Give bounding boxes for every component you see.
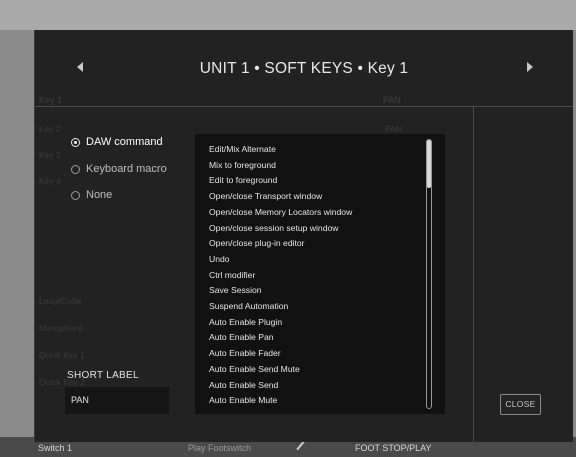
list-item[interactable]: Mix to foreground [209,160,276,170]
list-item[interactable]: Suspend Automation [209,301,288,311]
radio-daw-command[interactable]: DAW command [71,134,163,150]
list-item[interactable]: Open/close Memory Locators window [209,207,352,217]
ghost-key1-label: Key 1 [39,95,63,105]
list-item[interactable]: Auto Enable Mute [209,395,277,405]
list-item[interactable]: Save Session [209,285,262,295]
close-button[interactable]: CLOSE [500,394,541,415]
ghost-pan-label: PAN [383,95,401,105]
chevron-right-icon[interactable] [527,62,533,72]
radio-label: Keyboard macro [86,163,167,175]
ghost-row-key3: Key 3 [39,150,61,160]
radio-unselected-icon [71,190,80,200]
switch-label: Switch 1 [38,443,73,453]
background-topbar [0,0,576,30]
ghost-row-pan: PAN [385,124,402,134]
modal-title: UNIT 1 • SOFT KEYS • Key 1 [199,60,409,77]
right-panel-divider [473,107,474,442]
ghost-row-key2: Key 2 [39,124,61,134]
list-item[interactable]: Auto Enable Send Mute [209,364,300,374]
list-item[interactable]: Auto Enable Fader [209,348,281,358]
list-item[interactable]: Undo [209,254,230,264]
radio-unselected-icon [71,164,80,174]
ghost-quick-key-label: Quick Key 1 [39,350,85,360]
list-item[interactable]: Edit/Mix Alternate [209,144,276,154]
list-item[interactable]: Edit to foreground [209,175,277,185]
modal-header: UNIT 1 • SOFT KEYS • Key 1 Key 1 PAN [35,30,573,107]
ghost-row-key4: Key 4 [39,176,61,186]
list-item[interactable]: Auto Enable Send [209,380,278,390]
soft-key-modal: UNIT 1 • SOFT KEYS • Key 1 Key 1 PAN Key… [34,30,573,442]
ghost-microphone-label: Microphone [39,323,84,333]
list-item[interactable]: Open/close session setup window [209,223,338,233]
list-item[interactable]: Ctrl modifier [209,270,255,280]
list-item[interactable]: Auto Enable Plugin [209,317,282,327]
radio-keyboard-macro[interactable]: Keyboard macro [71,161,167,177]
daw-command-list[interactable]: Edit/Mix Alternate Mix to foreground Edi… [195,134,445,414]
list-scrollbar-thumb[interactable] [427,140,431,188]
ghost-loop-label: Loop/Cycle [39,296,82,306]
list-item[interactable]: Open/close plug-in editor [209,238,305,248]
list-item[interactable]: Auto Enable Pan [209,332,274,342]
short-label-title: SHORT LABEL [67,370,139,381]
footswitch-label: Play Footswitch [188,443,252,453]
radio-none[interactable]: None [71,187,112,203]
radio-selected-icon [71,137,80,147]
radio-label: None [86,189,113,201]
foot-action-label: FOOT STOP/PLAY [355,443,432,453]
short-label-input[interactable]: PAN [65,387,169,414]
radio-label: DAW command [86,136,163,148]
list-item[interactable]: Open/close Transport window [209,191,322,201]
